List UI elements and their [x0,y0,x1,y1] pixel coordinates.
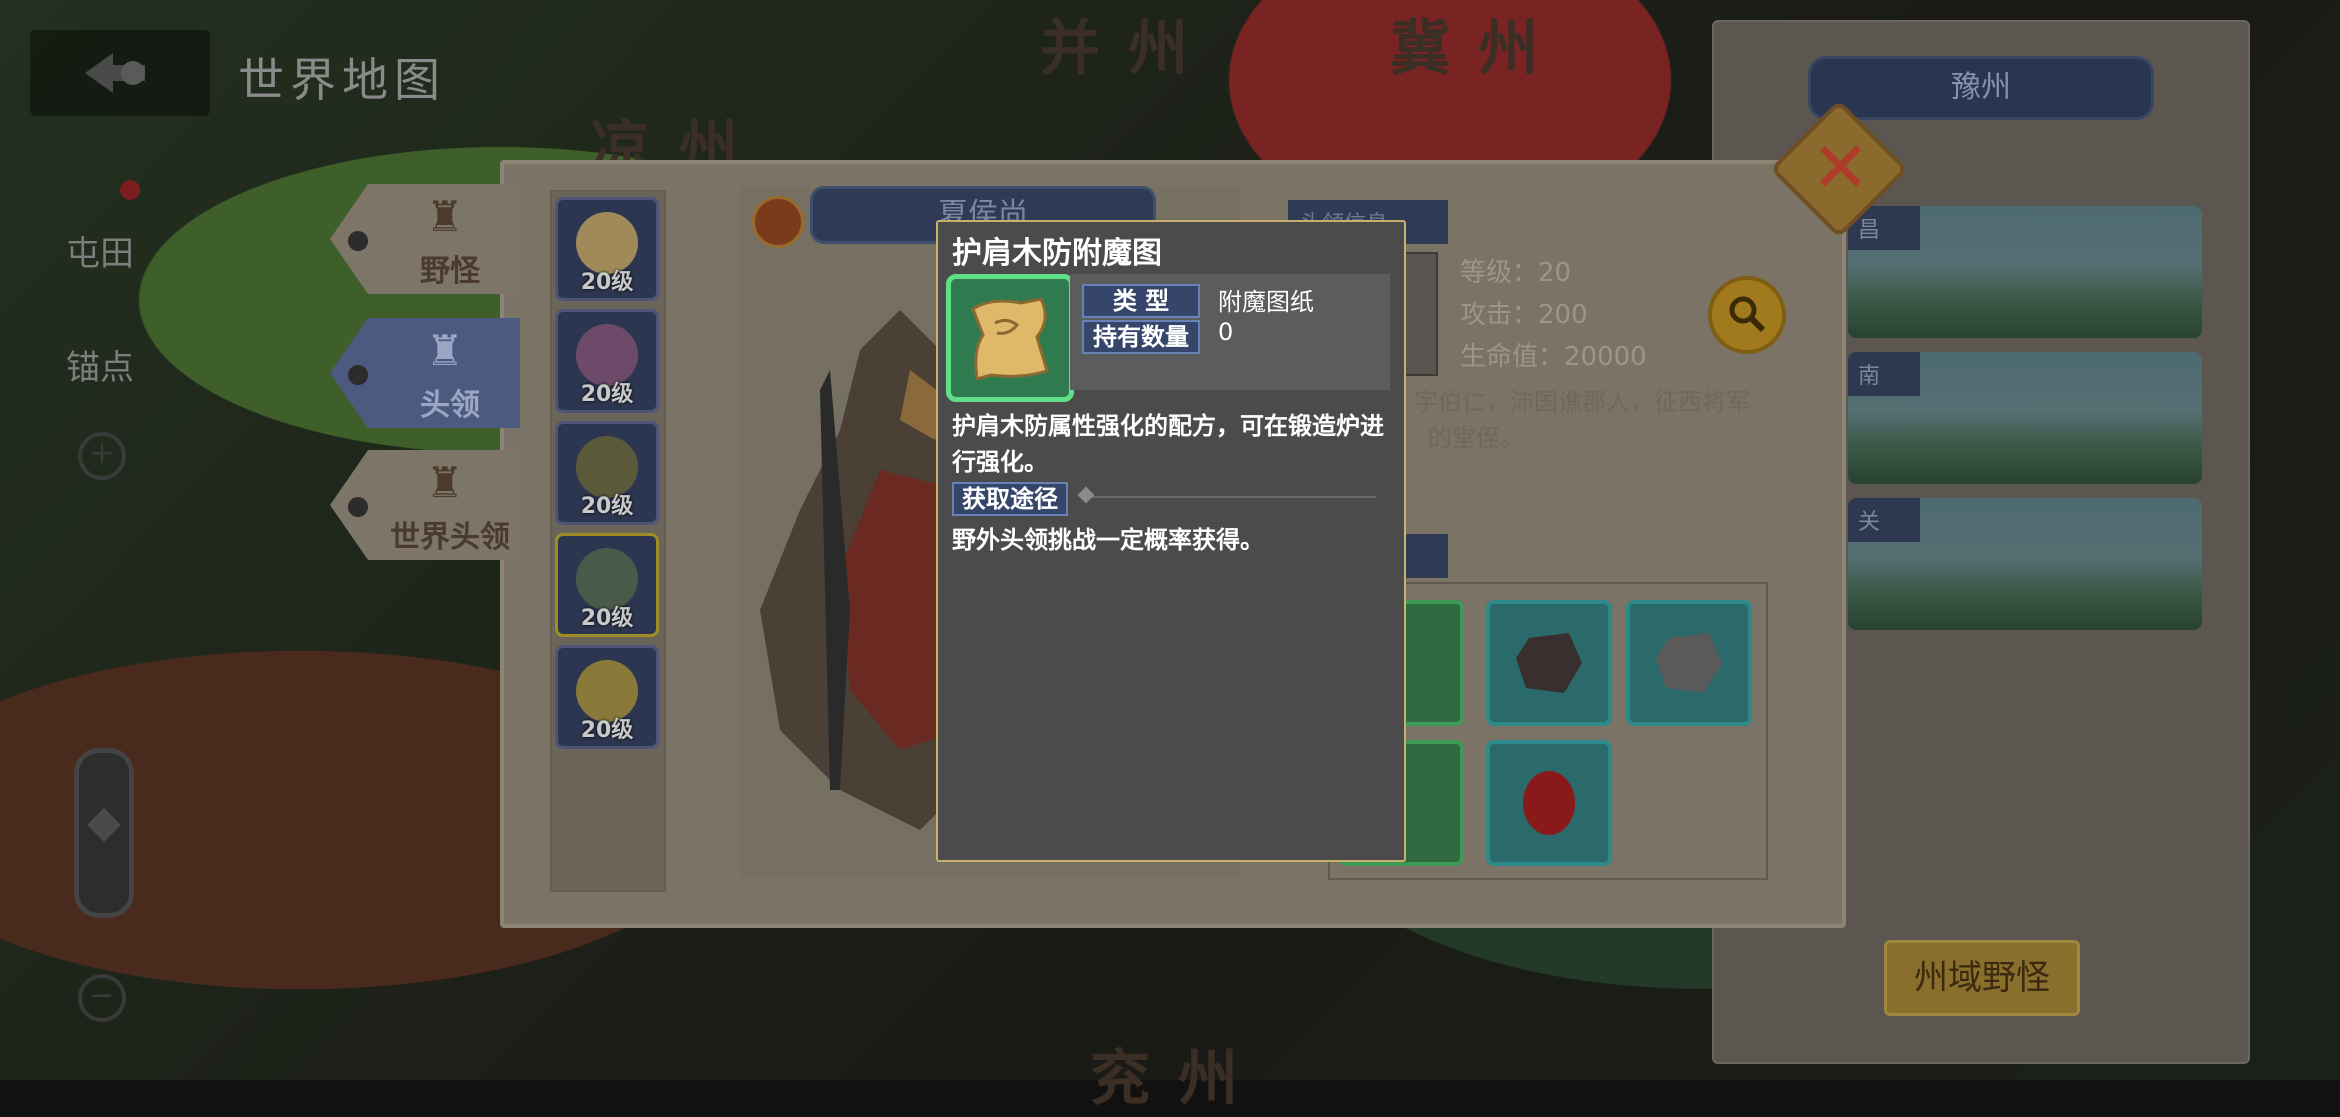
tab-monster[interactable]: ♜ 野怪 [330,184,520,294]
boss-level: 20级 [580,718,634,743]
tab-boss[interactable]: ♜ 头领 [330,318,520,428]
tab-hole [348,497,368,517]
count-label: 持有数量 [1082,320,1200,354]
province-title[interactable]: 豫州 [1808,56,2154,120]
ore-icon [1656,633,1722,693]
crystal-icon [1523,771,1575,835]
boss-level: 20级 [580,606,634,631]
back-arrow-icon [85,53,145,93]
boss-slot-selected[interactable]: 20级 [555,533,659,637]
boss-stats: 等级：20 攻击：200 生命值：20000 [1460,252,1647,378]
zoom-out-button[interactable]: − [78,974,126,1022]
boss-level: 20级 [580,270,634,295]
anchor-label: 锚点 [66,348,134,388]
item-description: 护肩木防属性强化的配方，可在锻造炉进行强化。 [952,412,1384,476]
province-card[interactable]: 昌 [1848,206,2202,338]
region-label: 兖州 [1090,1044,1266,1114]
boss-level: 20级 [580,382,634,407]
farm-button[interactable]: 屯田 [60,180,140,275]
boss-slot[interactable]: 20级 [555,421,659,525]
tab-label: 头领 [420,388,480,423]
field-monster-button[interactable]: 州域野怪 [1884,940,2080,1016]
scroll-icon [971,297,1049,381]
drop-item[interactable] [1486,740,1612,866]
helmet-icon: ♜ [426,458,464,507]
boss-list[interactable]: 20级 20级 20级 20级 20级 [550,190,666,892]
faction-icon [752,196,804,248]
tab-world-boss[interactable]: ♜ 世界头领 [330,450,520,560]
type-label: 类 型 [1082,284,1200,318]
page-title: 世界地图 [238,53,446,107]
province-card[interactable]: 南 [1848,352,2202,484]
zoom-slider[interactable] [74,748,134,918]
anchor-button[interactable]: 锚点 [60,300,140,389]
stat-level: 等级：20 [1460,258,1572,288]
type-value: 附魔图纸 [1218,288,1314,316]
slider-handle[interactable] [87,808,121,842]
search-icon [1729,296,1766,333]
card-tag: 关 [1848,498,1921,542]
tab-hole [348,231,368,251]
drop-item[interactable] [1626,600,1752,726]
tab-label: 世界头领 [390,520,510,555]
tab-hole [348,365,368,385]
boss-slot[interactable]: 20级 [555,197,659,301]
divider [1086,496,1376,498]
tab-label: 野怪 [420,254,480,289]
region-label: 并州 [1040,14,1216,84]
source-label: 获取途径 [952,482,1068,516]
zoom-in-button[interactable]: + [78,432,126,480]
close-icon: ✕ [1811,126,1870,209]
item-properties: 类 型 附魔图纸 持有数量 0 [1070,274,1390,390]
tooltip-title: 护肩木防附魔图 [952,236,1162,271]
card-tag: 南 [1848,352,1921,396]
stat-attack: 攻击：200 [1460,300,1588,330]
boss-slot[interactable]: 20级 [555,309,659,413]
count-value: 0 [1218,318,1234,346]
province-card[interactable]: 关 [1848,498,2202,630]
drop-item[interactable] [1486,600,1612,726]
boss-slot[interactable]: 20级 [555,645,659,749]
region-label: 冀州 [1390,14,1566,84]
search-button[interactable] [1708,276,1786,354]
item-icon-frame [946,274,1074,402]
helmet-icon: ♜ [426,192,464,241]
helmet-icon: ♜ [426,326,464,375]
notification-dot [120,180,140,200]
ore-icon [1516,633,1582,693]
stat-hp: 生命值：20000 [1460,342,1647,372]
boss-level: 20级 [580,494,634,519]
back-button[interactable] [30,30,210,116]
source-text: 野外头领挑战一定概率获得。 [952,526,1264,554]
